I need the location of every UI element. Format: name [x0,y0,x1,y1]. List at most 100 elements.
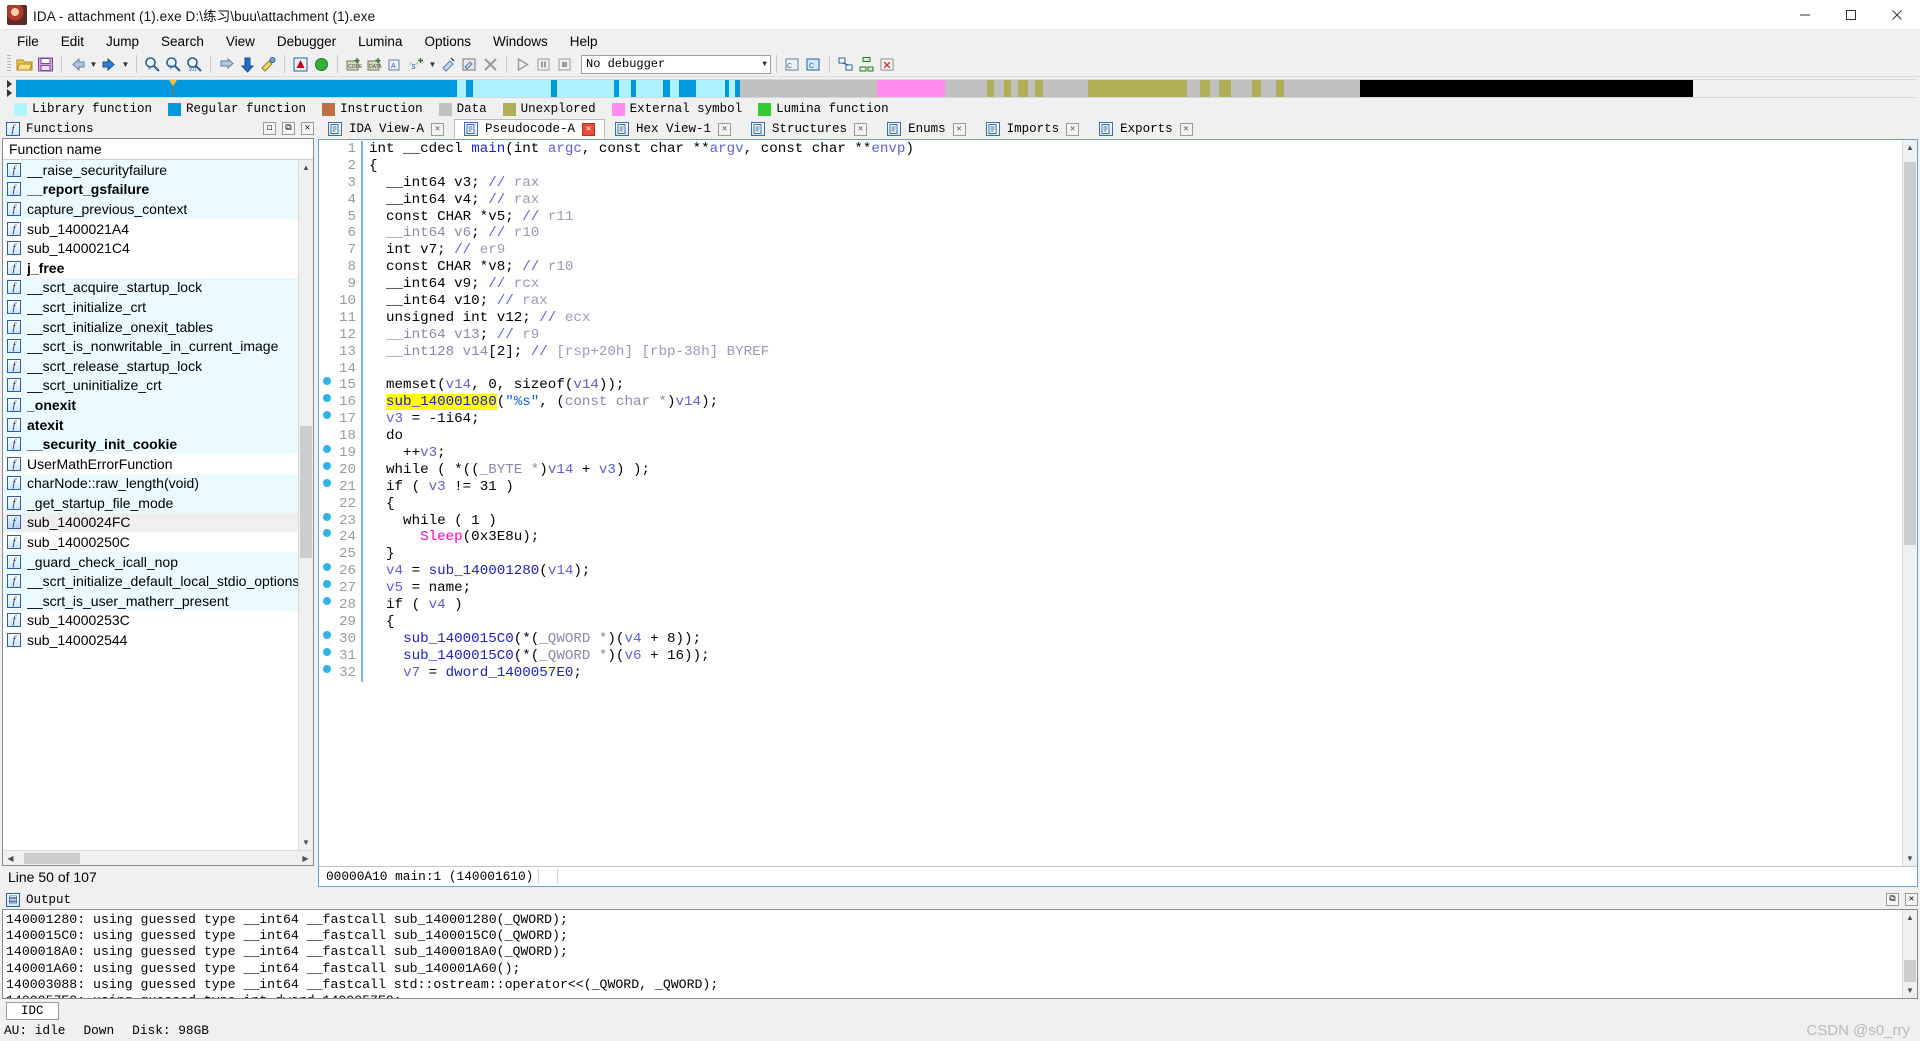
function-list-item[interactable]: f __scrt_is_user_matherr_present [3,591,298,611]
pseudocode-line[interactable]: 8 const CHAR *v8; // r10 [319,259,1902,277]
function-list-item[interactable]: f _guard_check_icall_nop [3,551,298,572]
toolbar-grip-1[interactable] [7,55,11,73]
output-vertical-scrollbar[interactable]: ▲ ▼ [1902,910,1917,998]
pseudocode-breakpoint-marker-icon[interactable] [319,597,335,606]
pseudocode-line[interactable]: 17 v3 = -1i64; [319,411,1902,429]
pseudocode-line[interactable]: 6 __int64 v6; // r10 [319,225,1902,243]
pseudocode-breakpoint-marker-icon[interactable] [319,377,335,386]
forward-dropdown-icon[interactable]: ▼ [120,54,131,75]
function-list-item[interactable]: f __scrt_uninitialize_crt [3,375,298,396]
editor-tab[interactable]: Pseudocode-A ✕ [454,119,606,139]
search-sequence-icon[interactable]: 101 [184,54,205,75]
pseudocode-scroll-down-button[interactable]: ▼ [1903,851,1917,866]
pseudocode-line[interactable]: 3 __int64 v3; // rax [319,174,1902,192]
function-list-item[interactable]: f sub_1400024FC [3,512,298,533]
down-arrow-icon[interactable] [237,54,258,75]
run-icon[interactable] [512,54,533,75]
pseudocode-lines[interactable]: 1 int __cdecl main(int argc, const char *… [319,140,1902,866]
pseudocode-line[interactable]: 30 sub_1400015C0(*(_QWORD *)(v4 + 8)); [319,630,1902,648]
functions-scroll-thumb[interactable] [300,425,312,558]
pseudocode-breakpoint-marker-icon[interactable] [319,411,335,420]
forward-arrow-icon[interactable] [99,54,120,75]
pseudocode-line[interactable]: 4 __int64 v4; // rax [319,191,1902,209]
edit-function-icon[interactable] [459,54,480,75]
navigator-band[interactable] [16,78,1916,98]
delete-function-icon[interactable] [480,54,501,75]
open-file-icon[interactable] [14,54,35,75]
function-list-item[interactable]: f __scrt_is_nonwritable_in_current_image [3,336,298,356]
pseudocode-breakpoint-marker-icon[interactable] [319,445,335,454]
output-scroll-up-button[interactable]: ▲ [1903,910,1917,925]
function-list-item[interactable]: f __scrt_initialize_default_local_stdio_o… [3,571,298,592]
make-string-icon[interactable]: 's' [406,54,427,75]
pseudocode-line[interactable]: 28 if ( v4 ) [319,597,1902,614]
search-binary-icon[interactable]: # [142,54,163,75]
function-list-item[interactable]: f UserMathErrorFunction [3,453,298,474]
pseudocode-line[interactable]: 16 sub_140001080("%s", (const char *)v14… [319,394,1902,412]
output-log[interactable]: 140001280: using guessed type __int64 __… [3,910,1902,998]
function-list-item[interactable]: f _get_startup_file_mode [3,493,298,513]
pseudocode-line[interactable]: 25 } [319,546,1902,564]
pseudocode-line[interactable]: 18 do [319,428,1902,446]
function-list-item[interactable]: f sub_14000253C [3,610,298,631]
function-list-item[interactable]: f __scrt_release_startup_lock [3,355,298,376]
pseudocode-breakpoint-marker-icon[interactable] [319,630,335,639]
menu-view[interactable]: View [215,32,266,51]
minimize-button[interactable] [1782,0,1828,30]
pseudocode-line[interactable]: 23 while ( 1 ) [319,512,1902,530]
undefine-icon[interactable] [438,54,459,75]
pseudocode-line[interactable]: 1 int __cdecl main(int argc, const char *… [319,141,1902,158]
close-button[interactable] [1874,0,1920,30]
debugger-select[interactable]: No debugger ▼ [581,54,771,74]
menu-options[interactable]: Options [413,32,482,51]
menu-lumina[interactable]: Lumina [347,32,413,51]
output-scroll-down-button[interactable]: ▼ [1903,983,1917,998]
editor-tab-close-icon[interactable]: ✕ [582,122,596,136]
functions-panel-close-button[interactable]: ✕ [301,122,314,135]
back-dropdown-icon[interactable]: ▼ [88,54,99,75]
output-scroll-thumb[interactable] [1904,959,1916,982]
output-tab-idc[interactable]: IDC [6,1002,59,1020]
output-panel-float-button[interactable]: ⧉ [1886,893,1899,906]
editor-tab[interactable]: Enums ✕ [877,119,976,139]
menu-debugger[interactable]: Debugger [266,32,347,51]
make-array-icon[interactable]: A [385,54,406,75]
pseudocode-line[interactable]: 7 int v7; // er9 [319,242,1902,260]
function-list-item[interactable]: f sub_1400021A4 [3,218,298,239]
menu-file[interactable]: File [6,32,50,51]
functions-column-header[interactable]: Function name [3,139,313,160]
menu-windows[interactable]: Windows [482,32,559,51]
make-data-icon[interactable]: DATA [364,54,385,75]
pseudocode-line[interactable]: 10 __int64 v10; // rax [319,293,1902,310]
pseudocode-line[interactable]: 14 [319,360,1902,378]
make-code-icon[interactable]: CODE [343,54,364,75]
editor-tab[interactable]: Exports ✕ [1089,119,1203,139]
functions-hscroll-thumb[interactable] [23,852,80,864]
function-list-item[interactable]: f __scrt_initialize_onexit_tables [3,316,298,337]
green-circle-icon[interactable] [311,54,332,75]
function-list-item[interactable]: f capture_previous_context [3,199,298,219]
save-icon[interactable] [35,54,56,75]
output-scroll-track[interactable] [1903,925,1917,983]
functions-hscroll-left-button[interactable]: ◀ [3,851,18,866]
lumina-pull-icon[interactable]: C [782,54,803,75]
lumina-push-icon[interactable]: C [803,54,824,75]
pseudocode-line[interactable]: 31 sub_1400015C0(*(_QWORD *)(v6 + 16)); [319,647,1902,665]
functions-scroll-down-button[interactable]: ▼ [299,835,313,850]
function-list-item[interactable]: f sub_14000250C [3,532,298,552]
function-list-item[interactable]: f __scrt_acquire_startup_lock [3,277,298,298]
function-list-item[interactable]: f sub_140002544 [3,630,298,650]
maximize-button[interactable] [1828,0,1874,30]
pseudocode-breakpoint-marker-icon[interactable] [319,664,335,673]
pseudocode-line[interactable]: 13 __int128 v14[2]; // [rsp+20h] [rbp-38… [319,343,1902,361]
pseudocode-line[interactable]: 9 __int64 v9; // rcx [319,276,1902,294]
editor-tab[interactable]: IDA View-A ✕ [318,119,455,139]
pseudocode-line[interactable]: 21 if ( v3 != 31 ) [319,478,1902,496]
editor-tab-close-icon[interactable]: ✕ [952,122,966,136]
menu-search[interactable]: Search [150,32,215,51]
pseudocode-breakpoint-marker-icon[interactable] [319,394,335,403]
pseudocode-breakpoint-marker-icon[interactable] [319,512,335,521]
pseudocode-line[interactable]: 2{ [319,157,1902,175]
flow-chart-icon[interactable] [856,54,877,75]
pseudocode-line[interactable]: 5 const CHAR *v5; // r11 [319,208,1902,226]
